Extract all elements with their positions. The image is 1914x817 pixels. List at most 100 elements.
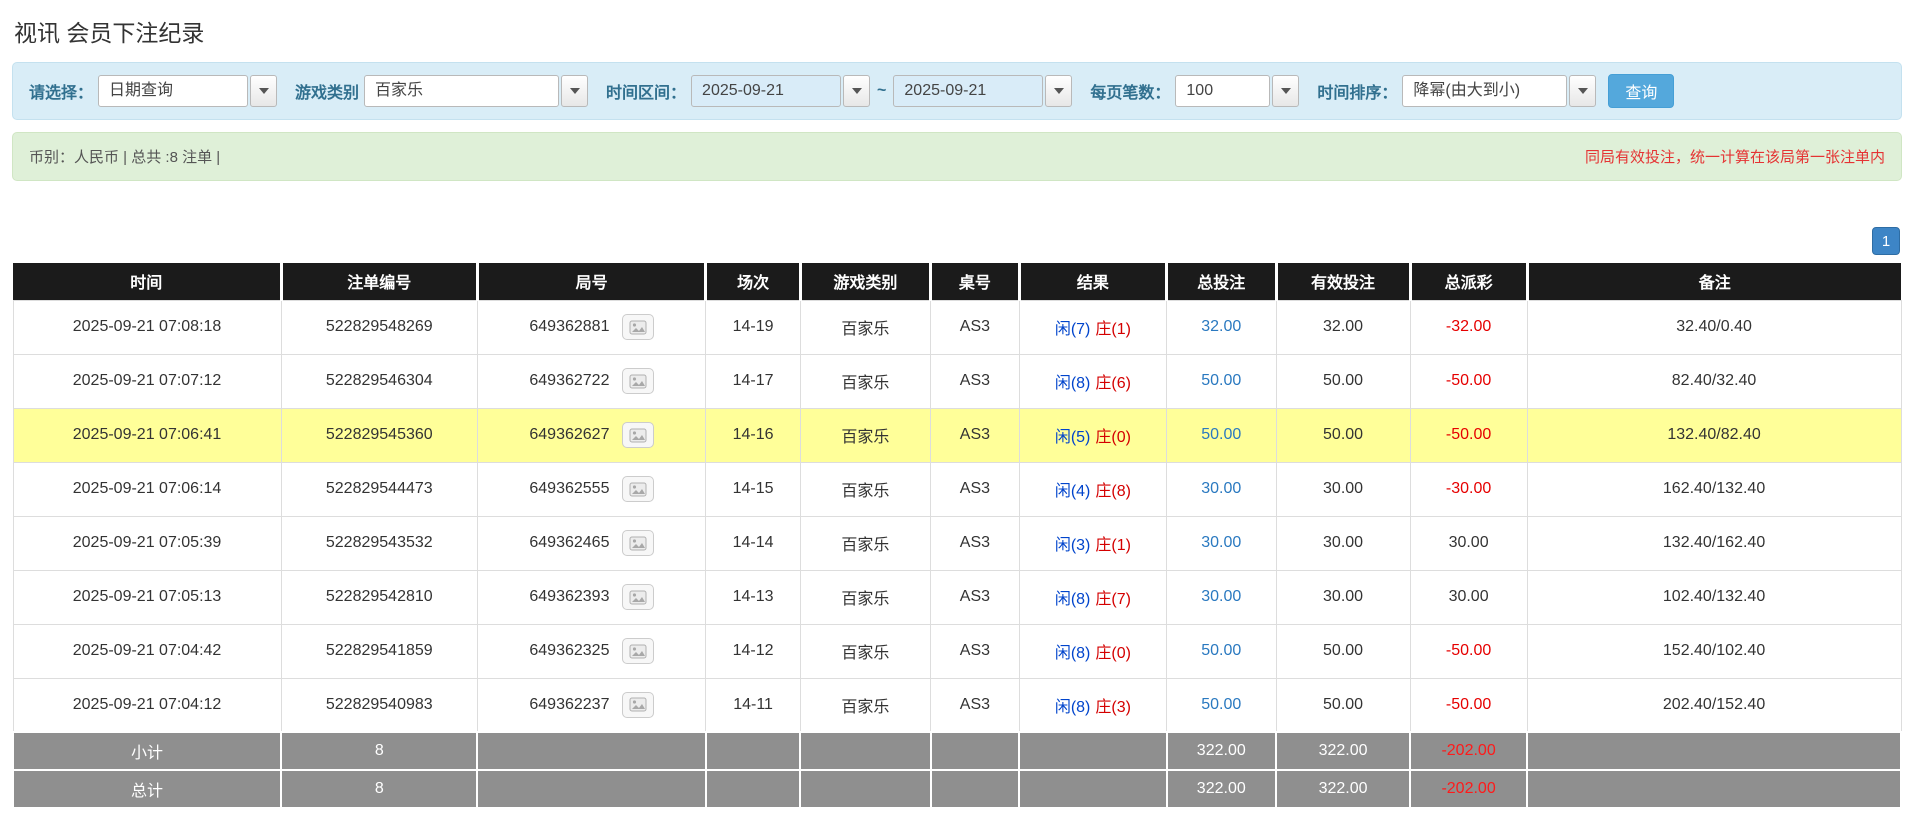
- cell-table: AS3: [930, 407, 1020, 463]
- cell-result: 闲(8) 庄(7): [1018, 569, 1168, 625]
- total-empty-cell: [1526, 769, 1902, 809]
- round-number: 649362465: [529, 534, 610, 552]
- round-replay-icon[interactable]: [621, 314, 654, 340]
- cell-round: 649362393: [476, 569, 707, 625]
- cell-valid-bet: 50.00: [1275, 407, 1411, 463]
- cell-table: AS3: [930, 569, 1020, 625]
- total-bet-link[interactable]: 32.00: [1201, 318, 1241, 335]
- total-bet-link[interactable]: 50.00: [1201, 696, 1241, 713]
- total-empty-cell: [799, 769, 932, 809]
- sort-select[interactable]: 降幂(由大到小): [1402, 75, 1597, 107]
- result-player: 闲(8): [1054, 591, 1091, 608]
- subtotal-empty-cell: [799, 731, 932, 771]
- total-empty-cell: [704, 769, 802, 809]
- summary-currency-count: 币别：人民币 | 总共 :8 注单 |: [29, 149, 221, 166]
- round-replay-icon[interactable]: [621, 530, 654, 556]
- chevron-down-icon[interactable]: [1569, 75, 1597, 107]
- cell-result: 闲(8) 庄(3): [1018, 677, 1168, 733]
- round-replay-icon[interactable]: [621, 584, 654, 610]
- total-label: 总计: [11, 769, 283, 809]
- cell-game: 百家乐: [799, 569, 932, 625]
- total-bet-link[interactable]: 30.00: [1201, 480, 1241, 497]
- sort-value[interactable]: 降幂(由大到小): [1402, 75, 1568, 107]
- pagination: 1: [14, 227, 1900, 255]
- cell-session: 14-19: [705, 299, 801, 355]
- col-note: 备注: [1525, 263, 1901, 300]
- chevron-down-icon[interactable]: [250, 75, 278, 107]
- cell-note: 102.40/132.40: [1526, 569, 1902, 625]
- table-body: 2025-09-21 07:08:18 522829548269 6493628…: [12, 299, 1902, 733]
- round-replay-icon[interactable]: [621, 476, 654, 502]
- caret-icon: [258, 88, 269, 94]
- cell-note: 202.40/152.40: [1526, 677, 1902, 733]
- subtotal-empty-cell: [1526, 731, 1902, 771]
- game-type-select[interactable]: 百家乐: [364, 75, 589, 107]
- cell-valid-bet: 50.00: [1275, 623, 1411, 679]
- sort-label: 时间排序：: [1317, 85, 1398, 102]
- date-to-value[interactable]: 2025-09-21: [893, 75, 1044, 107]
- result-banker: 庄(0): [1095, 429, 1131, 446]
- cell-table: AS3: [930, 353, 1020, 409]
- cell-game: 百家乐: [799, 515, 932, 571]
- cell-payout: 30.00: [1409, 569, 1528, 625]
- cell-result: 闲(5) 庄(0): [1018, 407, 1168, 463]
- search-button[interactable]: 查询: [1608, 74, 1675, 108]
- date-to-picker[interactable]: 2025-09-21: [893, 75, 1073, 107]
- chevron-down-icon[interactable]: [561, 75, 589, 107]
- cell-round: 649362555: [476, 461, 707, 517]
- total-bet-link[interactable]: 30.00: [1201, 534, 1241, 551]
- round-replay-icon[interactable]: [621, 691, 654, 718]
- result-banker: 庄(7): [1095, 591, 1131, 608]
- cell-total-bet: 50.00: [1166, 353, 1277, 409]
- caret-icon: [851, 88, 862, 94]
- result-banker: 庄(1): [1095, 537, 1131, 554]
- cell-total-bet: 50.00: [1166, 623, 1277, 679]
- cell-round: 649362237: [476, 677, 707, 733]
- cell-valid-bet: 50.00: [1275, 677, 1411, 733]
- table-row: 2025-09-21 07:06:14 522829544473 6493625…: [12, 461, 1902, 517]
- date-type-select[interactable]: 日期查询: [98, 75, 278, 107]
- round-replay-icon[interactable]: [621, 638, 654, 664]
- total-bet-link[interactable]: 30.00: [1201, 588, 1241, 605]
- round-replay-icon[interactable]: [621, 422, 654, 448]
- cell-payout: -30.00: [1409, 461, 1528, 517]
- cell-payout: -50.00: [1409, 353, 1528, 409]
- page-title: 视讯 会员下注纪录: [14, 20, 205, 46]
- col-round: 局号: [475, 263, 706, 300]
- round-number: 649362722: [529, 372, 610, 390]
- page-size-value[interactable]: 100: [1175, 75, 1271, 107]
- date-from-picker[interactable]: 2025-09-21: [691, 75, 871, 107]
- total-valid-bet: 322.00: [1275, 769, 1412, 809]
- cell-valid-bet: 30.00: [1275, 569, 1411, 625]
- page-button-1[interactable]: 1: [1872, 227, 1900, 255]
- chevron-down-icon[interactable]: [1272, 75, 1300, 107]
- cell-session: 14-17: [705, 353, 801, 409]
- total-bet-link[interactable]: 50.00: [1201, 372, 1241, 389]
- cell-session: 14-15: [705, 461, 801, 517]
- result-player: 闲(5): [1054, 429, 1091, 446]
- col-total-bet: 总投注: [1165, 263, 1277, 300]
- page-size-label: 每页笔数：: [1090, 85, 1171, 102]
- game-type-label: 游戏类别: [295, 85, 360, 102]
- chevron-down-icon[interactable]: [1045, 75, 1073, 107]
- total-empty-cell: [476, 769, 707, 809]
- cell-valid-bet: 30.00: [1275, 461, 1411, 517]
- cell-total-bet: 32.00: [1166, 299, 1277, 355]
- page-size-select[interactable]: 100: [1175, 75, 1300, 107]
- round-replay-icon[interactable]: [621, 368, 654, 394]
- cell-game: 百家乐: [799, 353, 932, 409]
- round-number: 649362881: [529, 318, 610, 336]
- chevron-down-icon[interactable]: [843, 75, 871, 107]
- total-bet-link[interactable]: 50.00: [1201, 642, 1241, 659]
- cell-total-bet: 50.00: [1166, 677, 1277, 733]
- result-player: 闲(3): [1054, 537, 1091, 554]
- cell-valid-bet: 32.00: [1275, 299, 1411, 355]
- total-bet-link[interactable]: 50.00: [1201, 426, 1241, 443]
- cell-game: 百家乐: [799, 677, 932, 733]
- col-bet-id: 注单编号: [279, 263, 478, 300]
- cell-time: 2025-09-21 07:06:41: [12, 407, 282, 463]
- date-from-value[interactable]: 2025-09-21: [691, 75, 842, 107]
- game-type-value[interactable]: 百家乐: [364, 75, 560, 107]
- date-type-value[interactable]: 日期查询: [98, 75, 249, 107]
- date-type-label: 请选择：: [29, 85, 94, 102]
